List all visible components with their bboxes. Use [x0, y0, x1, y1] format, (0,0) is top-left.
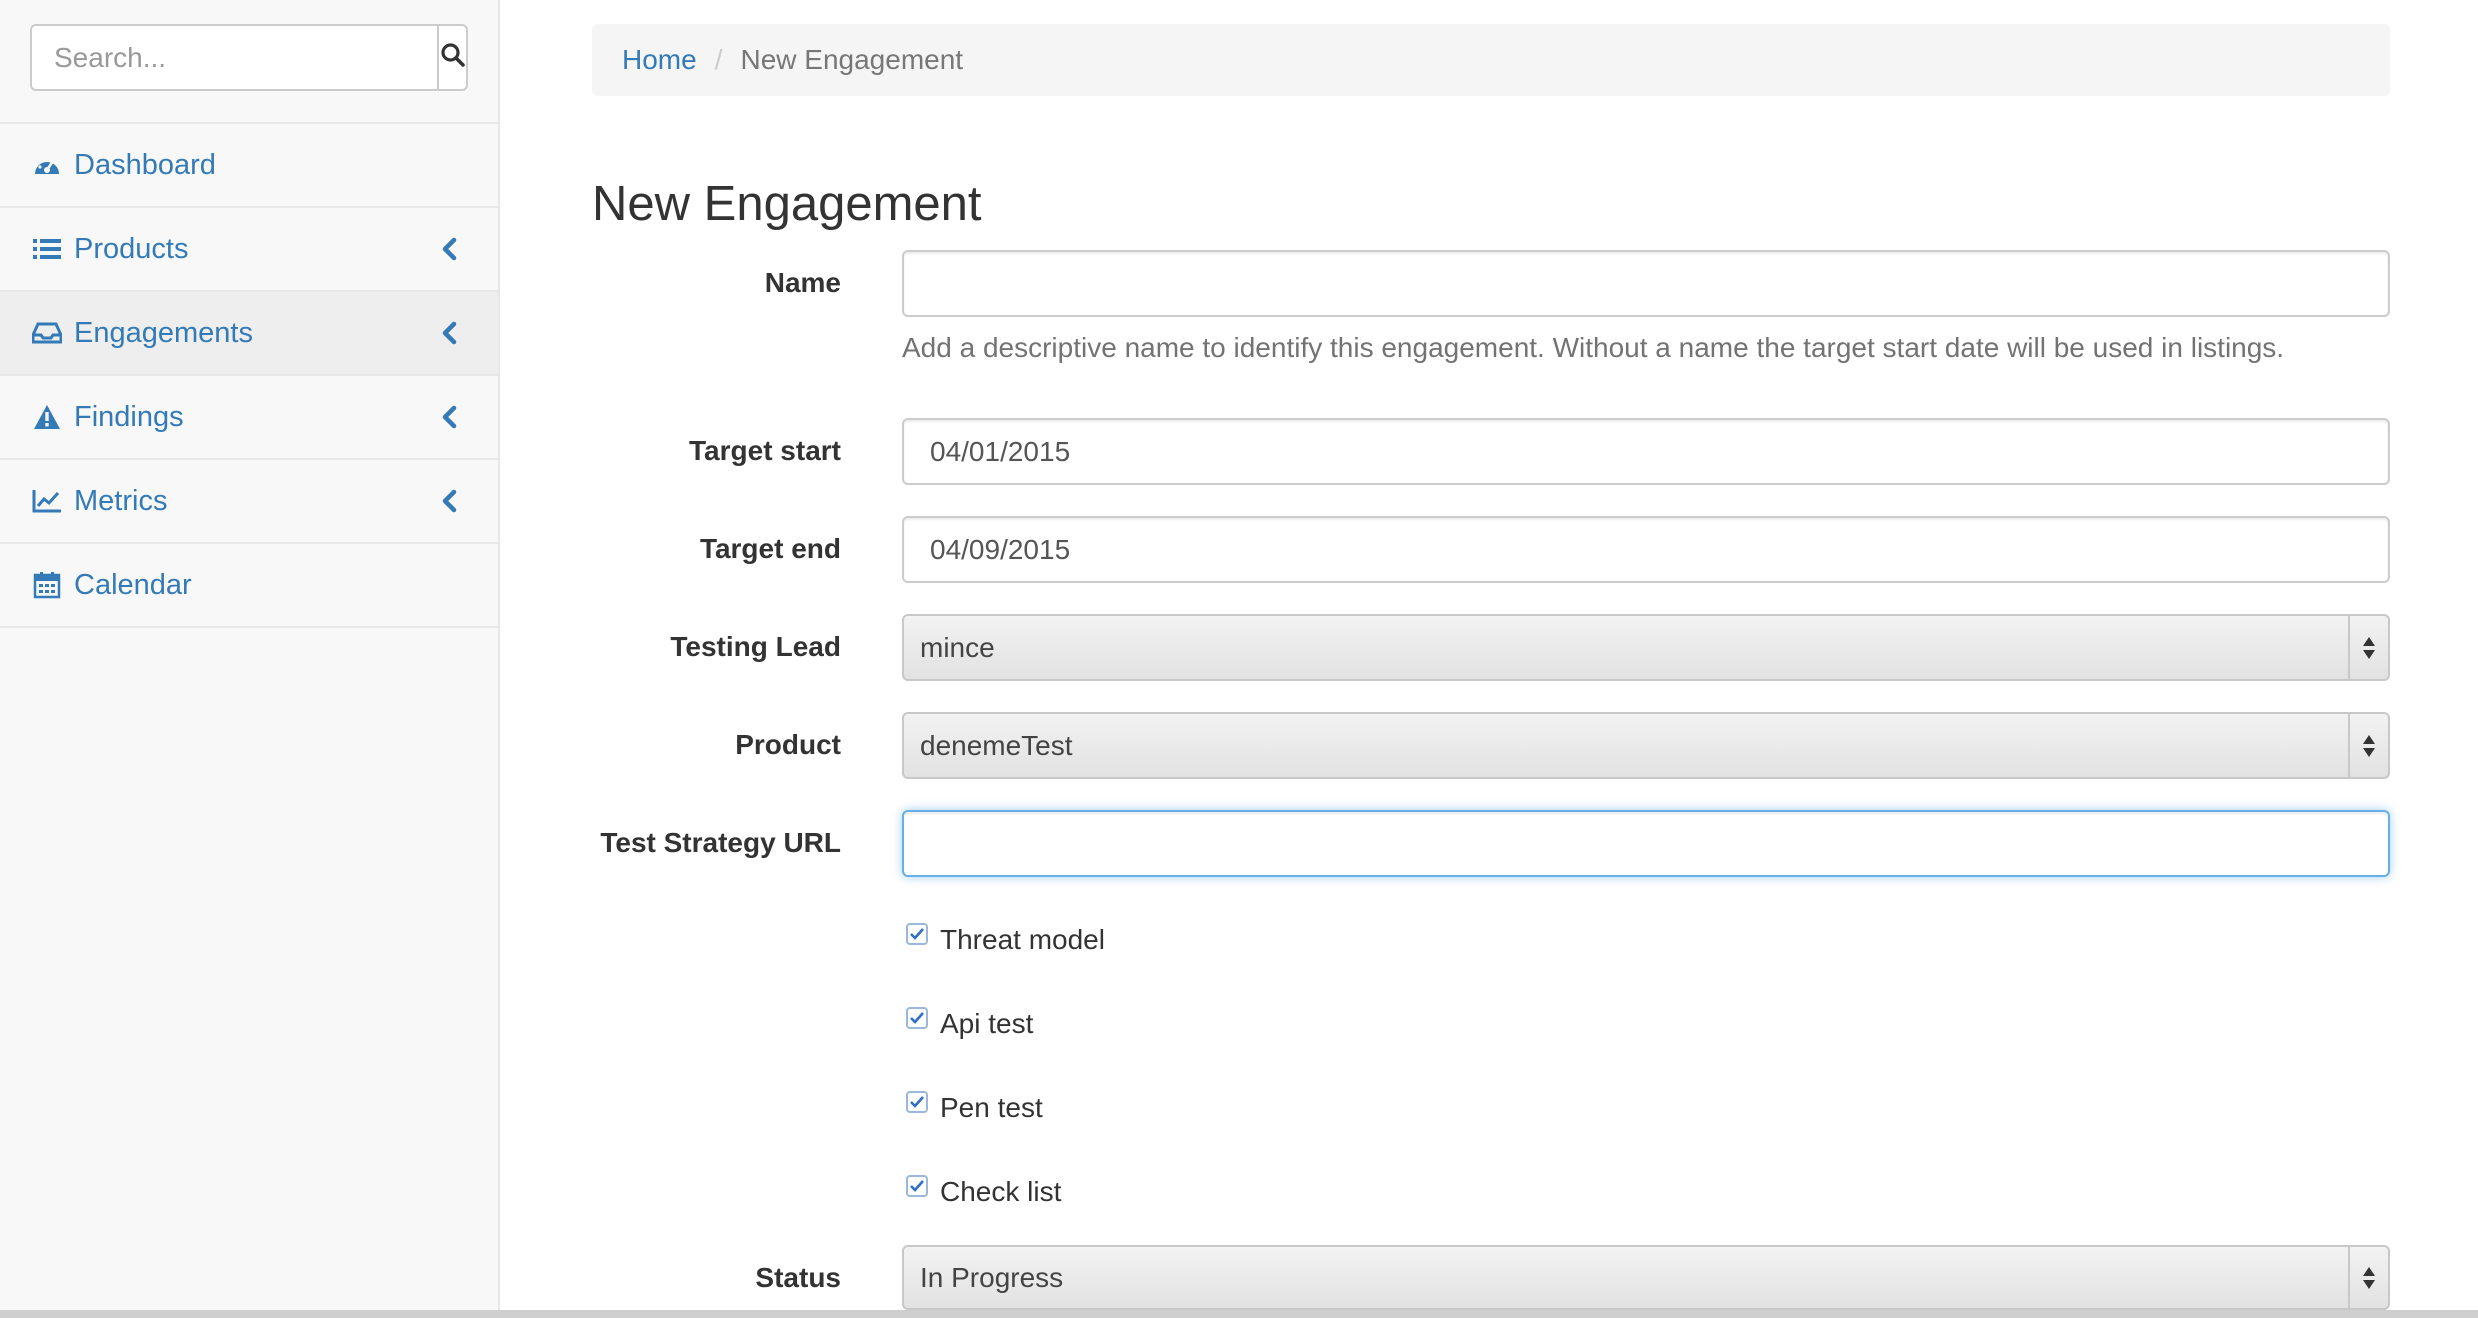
window-bottom-edge	[0, 1310, 2478, 1318]
product-value: denemeTest	[920, 729, 1073, 761]
threat-model-checkbox-row[interactable]: Threat model	[906, 923, 1105, 956]
sidebar-nav: Dashboard Products Engagements Findings …	[0, 122, 498, 628]
calendar-icon	[32, 570, 62, 600]
line-chart-icon	[32, 486, 62, 516]
chevron-left-icon	[438, 319, 460, 347]
pen-test-checkbox[interactable]	[906, 1091, 928, 1113]
dashboard-icon	[32, 150, 62, 180]
pen-test-checkbox-row[interactable]: Pen test	[906, 1091, 1043, 1124]
name-label: Name	[764, 267, 841, 298]
sidebar-item-label: Products	[74, 232, 189, 265]
product-select[interactable]: denemeTest	[902, 712, 2390, 779]
search-button[interactable]	[437, 24, 468, 91]
sidebar-item-dashboard[interactable]: Dashboard	[0, 124, 498, 208]
chevron-left-icon	[438, 487, 460, 515]
product-label: Product	[735, 729, 841, 760]
search-input[interactable]	[30, 24, 437, 91]
search-icon	[440, 42, 466, 73]
checkbox-label: Pen test	[940, 1092, 1043, 1123]
breadcrumb-separator: /	[714, 44, 723, 75]
test-strategy-url-input[interactable]	[902, 810, 2390, 877]
name-help-text: Add a descriptive name to identify this …	[902, 332, 2285, 363]
testing-lead-select[interactable]: mince	[902, 614, 2390, 681]
test-strategy-url-label: Test Strategy URL	[600, 827, 841, 858]
api-test-checkbox[interactable]	[906, 1007, 928, 1029]
select-arrows-icon	[2348, 714, 2388, 777]
select-arrows-icon	[2348, 616, 2388, 679]
testing-lead-label: Testing Lead	[670, 631, 841, 662]
sidebar-item-label: Calendar	[74, 568, 192, 601]
sidebar-item-products[interactable]: Products	[0, 208, 498, 292]
sidebar-item-calendar[interactable]: Calendar	[0, 544, 498, 628]
sidebar-item-label: Metrics	[74, 484, 168, 517]
status-select[interactable]: In Progress	[902, 1245, 2390, 1310]
chevron-left-icon	[438, 403, 460, 431]
target-end-input[interactable]	[902, 516, 2390, 583]
chevron-left-icon	[438, 235, 460, 263]
breadcrumb: Home / New Engagement	[592, 24, 2390, 96]
status-value: In Progress	[920, 1261, 1064, 1293]
sidebar-item-label: Dashboard	[74, 148, 216, 181]
sidebar-item-metrics[interactable]: Metrics	[0, 460, 498, 544]
sidebar-item-engagements[interactable]: Engagements	[0, 292, 498, 376]
threat-model-checkbox[interactable]	[906, 923, 928, 945]
sidebar-item-label: Engagements	[74, 316, 253, 349]
check-list-checkbox[interactable]	[906, 1175, 928, 1197]
sidebar-search	[30, 24, 468, 91]
checkbox-label: Api test	[940, 1008, 1034, 1039]
breadcrumb-current: New Engagement	[740, 44, 964, 75]
testing-lead-value: mince	[920, 631, 995, 663]
list-icon	[32, 234, 62, 264]
api-test-checkbox-row[interactable]: Api test	[906, 1007, 1034, 1040]
page-title: New Engagement	[592, 177, 982, 231]
sidebar-item-label: Findings	[74, 400, 184, 433]
select-arrows-icon	[2348, 1247, 2388, 1308]
checkbox-label: Check list	[940, 1176, 1062, 1207]
inbox-icon	[32, 318, 62, 348]
warning-icon	[32, 402, 62, 432]
name-input[interactable]	[902, 250, 2390, 317]
check-list-checkbox-row[interactable]: Check list	[906, 1175, 1062, 1208]
checkbox-label: Threat model	[940, 924, 1105, 955]
status-label: Status	[755, 1262, 841, 1293]
target-start-input[interactable]	[902, 418, 2390, 485]
sidebar: Dashboard Products Engagements Findin	[0, 0, 500, 1310]
sidebar-item-findings[interactable]: Findings	[0, 376, 498, 460]
breadcrumb-home-link[interactable]: Home	[622, 44, 697, 76]
target-start-label: Target start	[689, 435, 841, 466]
target-end-label: Target end	[699, 533, 841, 564]
